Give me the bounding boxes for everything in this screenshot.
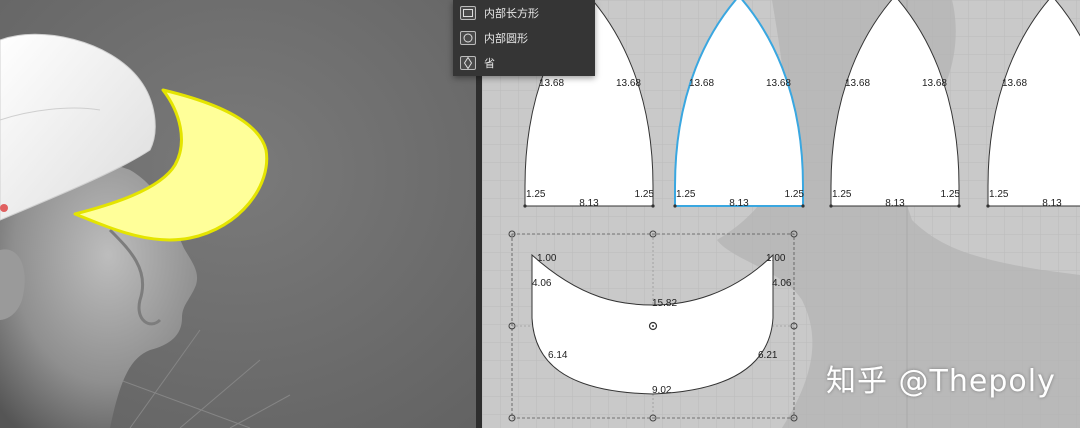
panel-label-top-left: 13.68 [539, 78, 564, 89]
panel-label-top-left: 13.68 [689, 78, 714, 89]
menu-item-label: 内部圆形 [484, 32, 528, 45]
panel-label-bottom-right: 1.25 [635, 189, 655, 200]
panel-label-top-right: 13.68 [766, 78, 791, 89]
visor-label-top-left: 1.00 [537, 253, 557, 264]
menu-item-dart[interactable]: 省 [453, 50, 595, 75]
visor-label-right-lower: 6.21 [758, 350, 778, 361]
panel-label-top-right: 13.68 [616, 78, 641, 89]
panel-vertex[interactable] [673, 204, 677, 208]
dart-icon [460, 55, 476, 70]
menu-item-inner-rectangle[interactable]: 内部长方形 [453, 0, 595, 25]
cap-marker [0, 204, 8, 212]
visor-label-top-right: 1.00 [766, 253, 786, 264]
panel-label-bottom-left: 1.25 [526, 189, 546, 200]
panel-label-top-left: 13.68 [845, 78, 870, 89]
panel-label-bottom-right: 1.25 [941, 189, 961, 200]
3d-viewport[interactable] [0, 0, 476, 428]
panel-label-bottom-left: 1.25 [989, 189, 1009, 200]
panel-label-top-right: 13.68 [922, 78, 947, 89]
panel-vertex[interactable] [829, 204, 833, 208]
panel-label-bottom-left: 1.25 [832, 189, 852, 200]
panel-label-base: 8.13 [885, 198, 905, 209]
panel-label-base: 8.13 [1042, 198, 1062, 209]
watermark: 知乎 @Thepoly [826, 364, 1056, 399]
visor-label-inner-curve: 15.82 [652, 298, 677, 309]
visor-label-left-lower: 6.14 [548, 350, 568, 361]
panel-label-base: 8.13 [729, 198, 749, 209]
3d-scene [0, 0, 476, 428]
panel-label-base: 8.13 [579, 198, 599, 209]
visor-label-right-upper: 4.06 [772, 278, 792, 289]
menu-item-label: 内部长方形 [484, 7, 539, 20]
panel-vertex[interactable] [523, 204, 527, 208]
panel-vertex[interactable] [957, 204, 961, 208]
rectangle-icon [460, 5, 476, 20]
panel-label-top-left: 13.68 [1002, 78, 1027, 89]
visor-label-outer-curve: 9.02 [652, 385, 672, 396]
circle-icon [460, 30, 476, 45]
visor-label-left-upper: 4.06 [532, 278, 552, 289]
menu-item-inner-circle[interactable]: 内部圆形 [453, 25, 595, 50]
panel-label-bottom-left: 1.25 [676, 189, 696, 200]
menu-item-label: 省 [484, 57, 495, 70]
add-shape-menu: 内部长方形 内部圆形 省 [453, 0, 595, 76]
panel-vertex[interactable] [651, 204, 655, 208]
panel-label-bottom-right: 1.25 [785, 189, 805, 200]
panel-vertex[interactable] [801, 204, 805, 208]
panel-vertex[interactable] [986, 204, 990, 208]
